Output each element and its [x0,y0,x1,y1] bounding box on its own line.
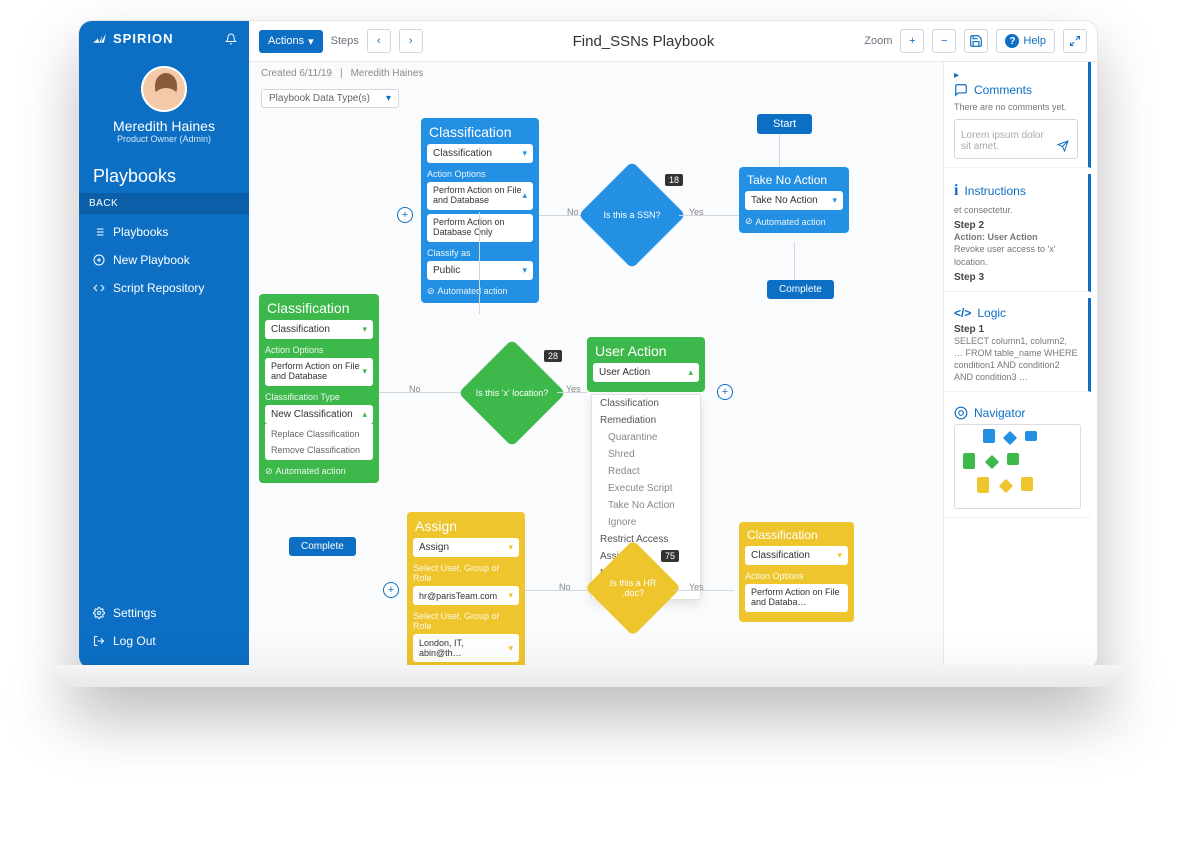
zoom-in-button[interactable]: + [900,29,924,53]
code-icon: </> [954,306,971,320]
select-classification-y[interactable]: Classification▾ [745,546,848,565]
select-class-type[interactable]: New Classification▴ [265,405,373,424]
nav-script-repo[interactable]: Script Repository [79,274,249,302]
comment-input[interactable]: Lorem ipsum dolor sit amet. [954,119,1078,159]
nav-playbooks[interactable]: Playbooks [79,218,249,246]
profile-role: Product Owner (Admin) [87,134,241,144]
help-icon: ? [1005,34,1019,48]
badge-75: 75 [661,550,679,562]
topbar: Actions ▾ Steps ‹ › Find_SSNs Playbook Z… [249,21,1097,62]
opt-replace[interactable]: Replace Classification [265,426,373,442]
help-button[interactable]: ? Help [996,29,1055,53]
node-user-action[interactable]: User Action User Action▴ [587,337,705,392]
playbook-title: Find_SSNs Playbook [431,33,857,50]
edge-no: No [567,207,579,217]
avatar[interactable] [141,66,187,112]
add-node-button-3[interactable]: + [383,582,399,598]
meta-row: Created 6/11/19 | Meredith Haines [249,62,943,85]
complete-1[interactable]: Complete [767,280,834,299]
badge-28: 28 [544,350,562,362]
select-classify-as[interactable]: Public▾ [427,261,533,280]
zoom-label: Zoom [864,35,892,47]
step-next-button[interactable]: › [399,29,423,53]
panel-comments: ▸ Comments There are no comments yet. Lo… [944,62,1091,168]
edge-no-3: No [559,582,571,592]
select-user-action[interactable]: User Action▴ [593,363,699,382]
panel-logic: </> Logic Step 1 SELECT column1, column2… [944,298,1091,393]
select-user2[interactable]: London, IT, abin@th…▾ [413,634,519,662]
main: Actions ▾ Steps ‹ › Find_SSNs Playbook Z… [249,21,1097,669]
data-type-select[interactable]: Playbook Data Type(s)▾ [261,89,399,108]
canvas[interactable]: Start Classification Classification▾ Act… [249,112,943,669]
info-icon: i [954,182,958,200]
panel-instructions: i Instructions et consectetur. Step 2 Ac… [944,174,1091,292]
node-take-no-action[interactable]: Take No Action Take No Action▾ ⊘ Automat… [739,167,849,233]
nav-logout[interactable]: Log Out [79,627,249,655]
add-node-button[interactable]: + [397,207,413,223]
profile-name: Meredith Haines [87,118,241,134]
bell-icon[interactable] [225,33,237,45]
chevron-down-icon: ▾ [308,35,314,48]
node-assign[interactable]: Assign Assign▾ Select User, Group or Rol… [407,512,525,669]
select-take-no-action[interactable]: Take No Action▾ [745,191,843,210]
select-user1[interactable]: hr@parisTeam.com▾ [413,586,519,605]
panel-navigator: Navigator [944,398,1091,518]
start-node[interactable]: Start [757,114,812,134]
collapse-icon[interactable]: ▸ [954,70,1078,81]
actions-button[interactable]: Actions ▾ [259,30,323,53]
node-classification-blue[interactable]: Classification Classification▾ Action Op… [421,118,539,303]
opt-remove[interactable]: Remove Classification [265,442,373,458]
select-classification[interactable]: Classification▾ [427,144,533,163]
select-classification-g[interactable]: Classification▾ [265,320,373,339]
mini-map[interactable] [954,424,1081,509]
node-classification-green[interactable]: Classification Classification▾ Action Op… [259,294,379,483]
target-icon [954,406,968,420]
complete-2[interactable]: Complete [289,537,356,556]
select-action-opt-y[interactable]: Perform Action on File and Databa… [745,584,848,612]
zoom-out-button[interactable]: − [932,29,956,53]
comment-icon [954,83,968,97]
save-button[interactable] [964,29,988,53]
select-action-opt1[interactable]: Perform Action on File and Database▴ [427,182,533,210]
add-node-button-2[interactable]: + [717,384,733,400]
brand-logo: SPIRION [91,31,173,46]
sidebar: SPIRION Meredith Haines Product Owner (A… [79,21,249,669]
edge-no-2: No [409,384,421,394]
node-classification-yellow[interactable]: Classification Classification▾ Action Op… [739,522,854,622]
nav-settings[interactable]: Settings [79,599,249,627]
check-automated[interactable]: ⊘ Automated action [427,284,533,297]
back-bar[interactable]: BACK [79,193,249,214]
chevron-down-icon: ▾ [386,93,391,104]
badge-18: 18 [665,174,683,186]
select-action-opt-g[interactable]: Perform Action on File and Database▾ [265,358,373,386]
step-prev-button[interactable]: ‹ [367,29,391,53]
fullscreen-button[interactable] [1063,29,1087,53]
select-action-opt2[interactable]: Perform Action on Database Only [427,214,533,242]
right-panel: ▸ Comments There are no comments yet. Lo… [943,62,1097,669]
nav-new-playbook[interactable]: New Playbook [79,246,249,274]
send-icon[interactable] [1055,140,1071,152]
section-title: Playbooks [79,156,249,193]
select-assign[interactable]: Assign▾ [413,538,519,557]
profile: Meredith Haines Product Owner (Admin) [79,56,249,156]
steps-label: Steps [331,35,359,47]
